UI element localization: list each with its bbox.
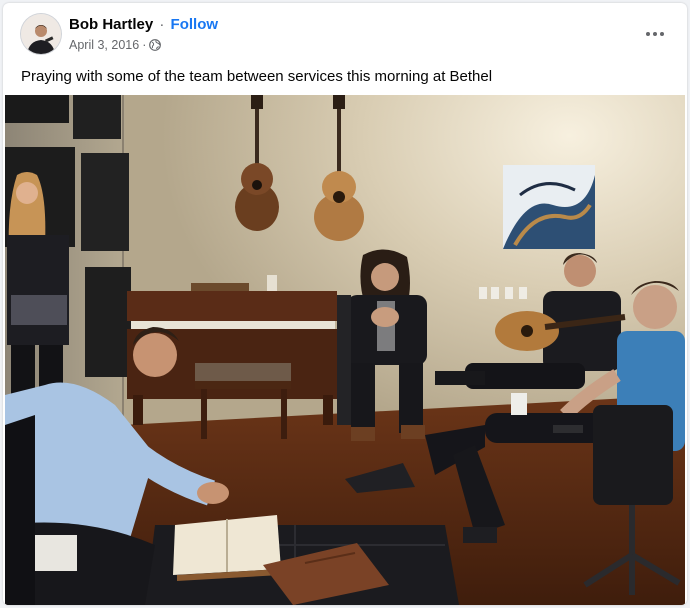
author-name[interactable]: Bob Hartley <box>69 16 153 33</box>
more-options-icon[interactable] <box>641 22 669 46</box>
author-avatar[interactable] <box>21 14 61 54</box>
post-date[interactable]: April 3, 2016 <box>69 38 139 52</box>
post-meta: April 3, 2016 · <box>69 38 162 52</box>
post-caption: Praying with some of the team between se… <box>21 68 493 85</box>
post-header: Bob Hartley · Follow April 3, 2016 · <box>3 3 687 63</box>
meta-separator: · <box>142 38 147 52</box>
author-line: Bob Hartley · Follow <box>69 16 218 33</box>
follow-button[interactable]: Follow <box>171 16 219 33</box>
globe-icon[interactable] <box>149 39 162 51</box>
post-photo[interactable] <box>5 95 685 605</box>
post-card: Bob Hartley · Follow April 3, 2016 · Pra… <box>3 3 687 605</box>
name-separator: · <box>159 16 165 33</box>
